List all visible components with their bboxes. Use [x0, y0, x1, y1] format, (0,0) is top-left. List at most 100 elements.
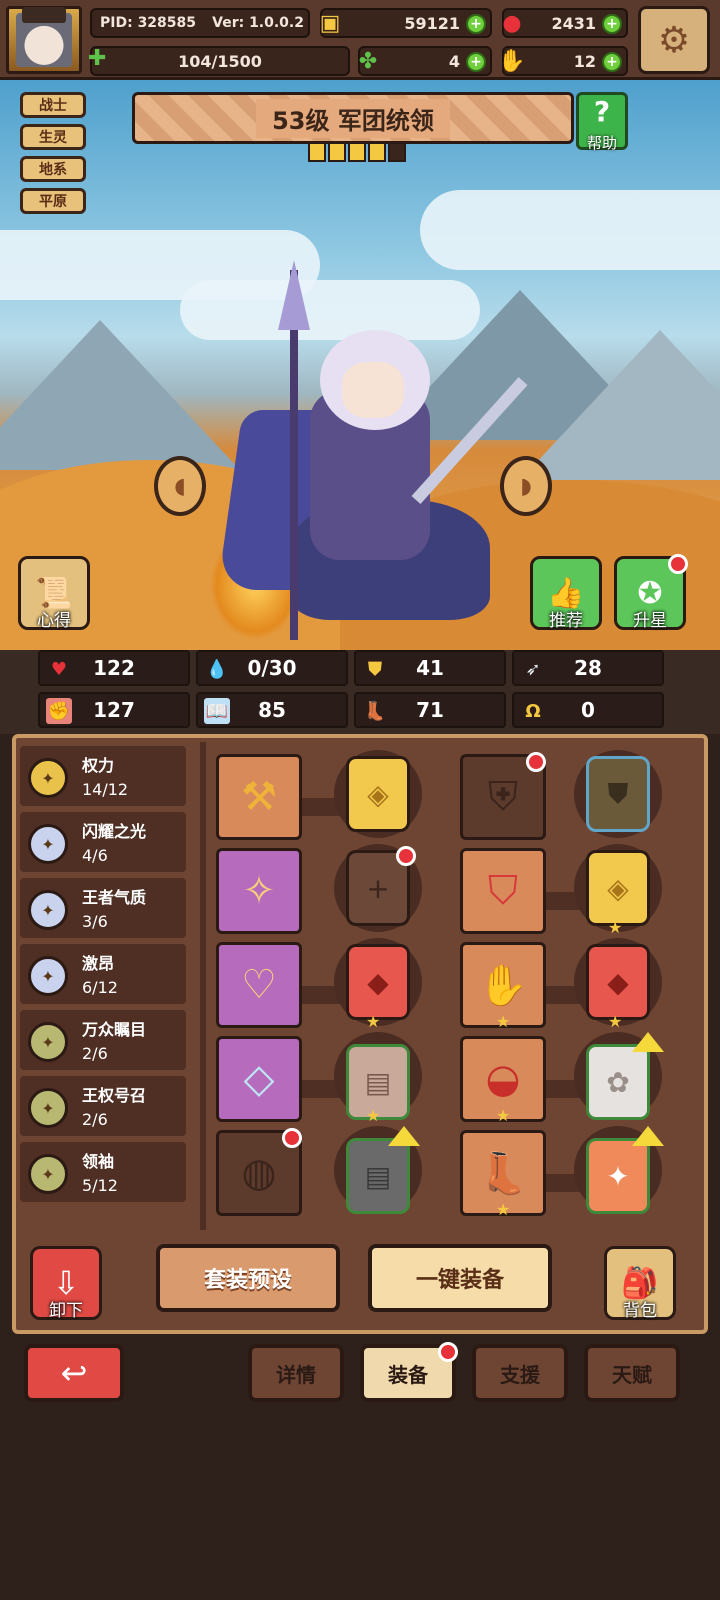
boot-icon: 👢	[363, 700, 387, 722]
equip-slot-armor[interactable]: ⛉	[460, 848, 546, 934]
notes-button[interactable]: 📜 心得	[18, 556, 90, 631]
stat-value: 28	[574, 656, 602, 680]
gem-dark[interactable]: ⛊	[586, 756, 650, 832]
unequip-button[interactable]: ⇩ 卸下	[30, 1246, 102, 1321]
set-bonus-item[interactable]: ✦ 万众瞩目 2/6	[20, 1010, 186, 1070]
equip-slot-amulet[interactable]: ✧	[216, 848, 302, 934]
gold-coin-icon: ▣	[319, 10, 341, 36]
book-icon: 📖	[204, 698, 230, 724]
set-bonus-item[interactable]: ✦ 王者气质 3/6	[20, 878, 186, 938]
droplet-icon: 💧	[205, 658, 229, 680]
stat-value: 41	[416, 656, 444, 680]
set-badge-icon: ✦	[28, 890, 68, 930]
help-button[interactable]: ? 帮助	[576, 92, 628, 152]
set-bonus-item[interactable]: ✦ 王权号召 2/6	[20, 1076, 186, 1136]
gem-belt[interactable]: ✿	[586, 1044, 650, 1120]
player-avatar[interactable]	[6, 6, 82, 74]
settings-button[interactable]: ⚙	[638, 6, 710, 74]
clover-counter: ✤ 4 +	[358, 46, 492, 76]
star-icon: ★	[368, 142, 386, 162]
stat-defense: ⛊ 41	[354, 650, 506, 686]
set-count: 2/6	[82, 1044, 108, 1063]
add-gold-button[interactable]: +	[466, 14, 486, 34]
set-bonus-item[interactable]: ✦ 闪耀之光 4/6	[20, 812, 186, 872]
compass-amulet-icon: ✧	[242, 868, 276, 914]
equip-all-button[interactable]: 一键装备	[368, 1244, 552, 1312]
set-bonus-item[interactable]: ✦ 激昂 6/12	[20, 944, 186, 1004]
stat-magic: 📖 85	[196, 692, 348, 728]
set-bonus-item[interactable]: ✦ 权力 14/12	[20, 746, 186, 806]
add-ruby-button[interactable]: +	[602, 14, 622, 34]
set-badge-icon: ✦	[28, 956, 68, 996]
tab-talent[interactable]: 天赋	[584, 1344, 680, 1402]
fist-icon: ✊	[46, 698, 72, 724]
set-bonus-item[interactable]: ✦ 领袖 5/12	[20, 1142, 186, 1202]
set-name: 王者气质	[82, 888, 147, 907]
stat-value: 71	[416, 698, 444, 722]
set-count: 2/6	[82, 1110, 108, 1129]
star-icon: ★	[608, 1012, 623, 1031]
ring-silhouette-icon: ◍	[241, 1150, 277, 1196]
star-icon: ★	[366, 1106, 381, 1125]
set-badge-icon: ✦	[28, 1022, 68, 1062]
set-name: 王权号召	[82, 1086, 147, 1105]
gem-weapon[interactable]: ◈	[346, 756, 410, 832]
recommend-button[interactable]: 👍 推荐	[530, 556, 602, 631]
stat-mana: 💧 0/30	[196, 650, 348, 686]
tab-support[interactable]: 支援	[472, 1344, 568, 1402]
upgrade-arrow-icon	[632, 1032, 664, 1052]
notes-label: 心得	[37, 611, 71, 631]
add-clover-button[interactable]: +	[466, 52, 486, 72]
right-shield-emblem: ◗	[500, 456, 552, 516]
armor-icon: ⛉	[488, 868, 518, 914]
stone-gem-icon: ▤	[364, 1065, 392, 1099]
set-count: 14/12	[82, 780, 129, 799]
return-arrow-icon: ↩	[60, 1354, 88, 1392]
set-badge-icon: ✦	[28, 758, 68, 798]
question-icon: ?	[593, 95, 611, 128]
gem-gray[interactable]: ▤	[346, 1138, 410, 1214]
equip-slot-ring[interactable]: ◇	[216, 1036, 302, 1122]
star-up-alert-dot	[668, 554, 688, 574]
gauntlet-icon: ✋	[478, 962, 528, 1009]
equip-slot-weapon[interactable]: ⚒	[216, 754, 302, 840]
gem-gloves[interactable]: ◆	[586, 944, 650, 1020]
hero-face	[342, 362, 404, 418]
gem-necklace[interactable]: ◆	[346, 944, 410, 1020]
hero-tag-class[interactable]: 战士	[20, 92, 86, 118]
star-icon: ★	[496, 1012, 511, 1031]
set-name: 万众瞩目	[82, 1020, 147, 1039]
gold-value: 59121	[404, 13, 460, 33]
hero-star-rating: ★ ★ ★ ★ ★	[308, 142, 406, 162]
hero-spear-tip	[278, 260, 310, 330]
stat-value: 127	[93, 698, 135, 722]
xp-bar: ✚ 104/1500	[88, 46, 350, 76]
slot-alert-dot	[282, 1128, 302, 1148]
shield-gem-icon: ⛊	[607, 777, 629, 810]
back-button[interactable]: ↩	[24, 1344, 124, 1402]
set-badge-icon: ✦	[28, 1088, 68, 1128]
hero-character[interactable]	[210, 260, 530, 640]
gem-boots[interactable]: ✦	[586, 1138, 650, 1214]
stat-agility: 👢 71	[354, 692, 506, 728]
hero-tag-terrain[interactable]: 平原	[20, 188, 86, 214]
gem-armor[interactable]: ◈	[586, 850, 650, 926]
hero-tag-race[interactable]: 生灵	[20, 124, 86, 150]
add-hand-button[interactable]: +	[602, 52, 622, 72]
hero-tag-element[interactable]: 地系	[20, 156, 86, 182]
ruby-icon: ●	[502, 10, 522, 36]
top-bar: PID: 328585 Ver: 1.0.0.2 ✚ 104/1500 ▣ 59…	[0, 0, 720, 80]
backpack-button[interactable]: 🎒 背包	[604, 1246, 676, 1321]
necklace-icon: ♡	[241, 962, 277, 1008]
horseshoe-icon: Ω	[525, 700, 541, 722]
star-icon: ★	[308, 142, 326, 162]
set-name: 权力	[82, 756, 115, 775]
set-preset-button[interactable]: 套装预设	[156, 1244, 340, 1312]
xp-text: 104/1500	[178, 51, 262, 71]
stat-luck: Ω 0	[512, 692, 664, 728]
tab-details[interactable]: 详情	[248, 1344, 344, 1402]
stat-value: 85	[258, 698, 286, 722]
set-badge-icon: ✦	[28, 824, 68, 864]
equip-slot-necklace[interactable]: ♡	[216, 942, 302, 1028]
slot-alert-dot	[526, 752, 546, 772]
